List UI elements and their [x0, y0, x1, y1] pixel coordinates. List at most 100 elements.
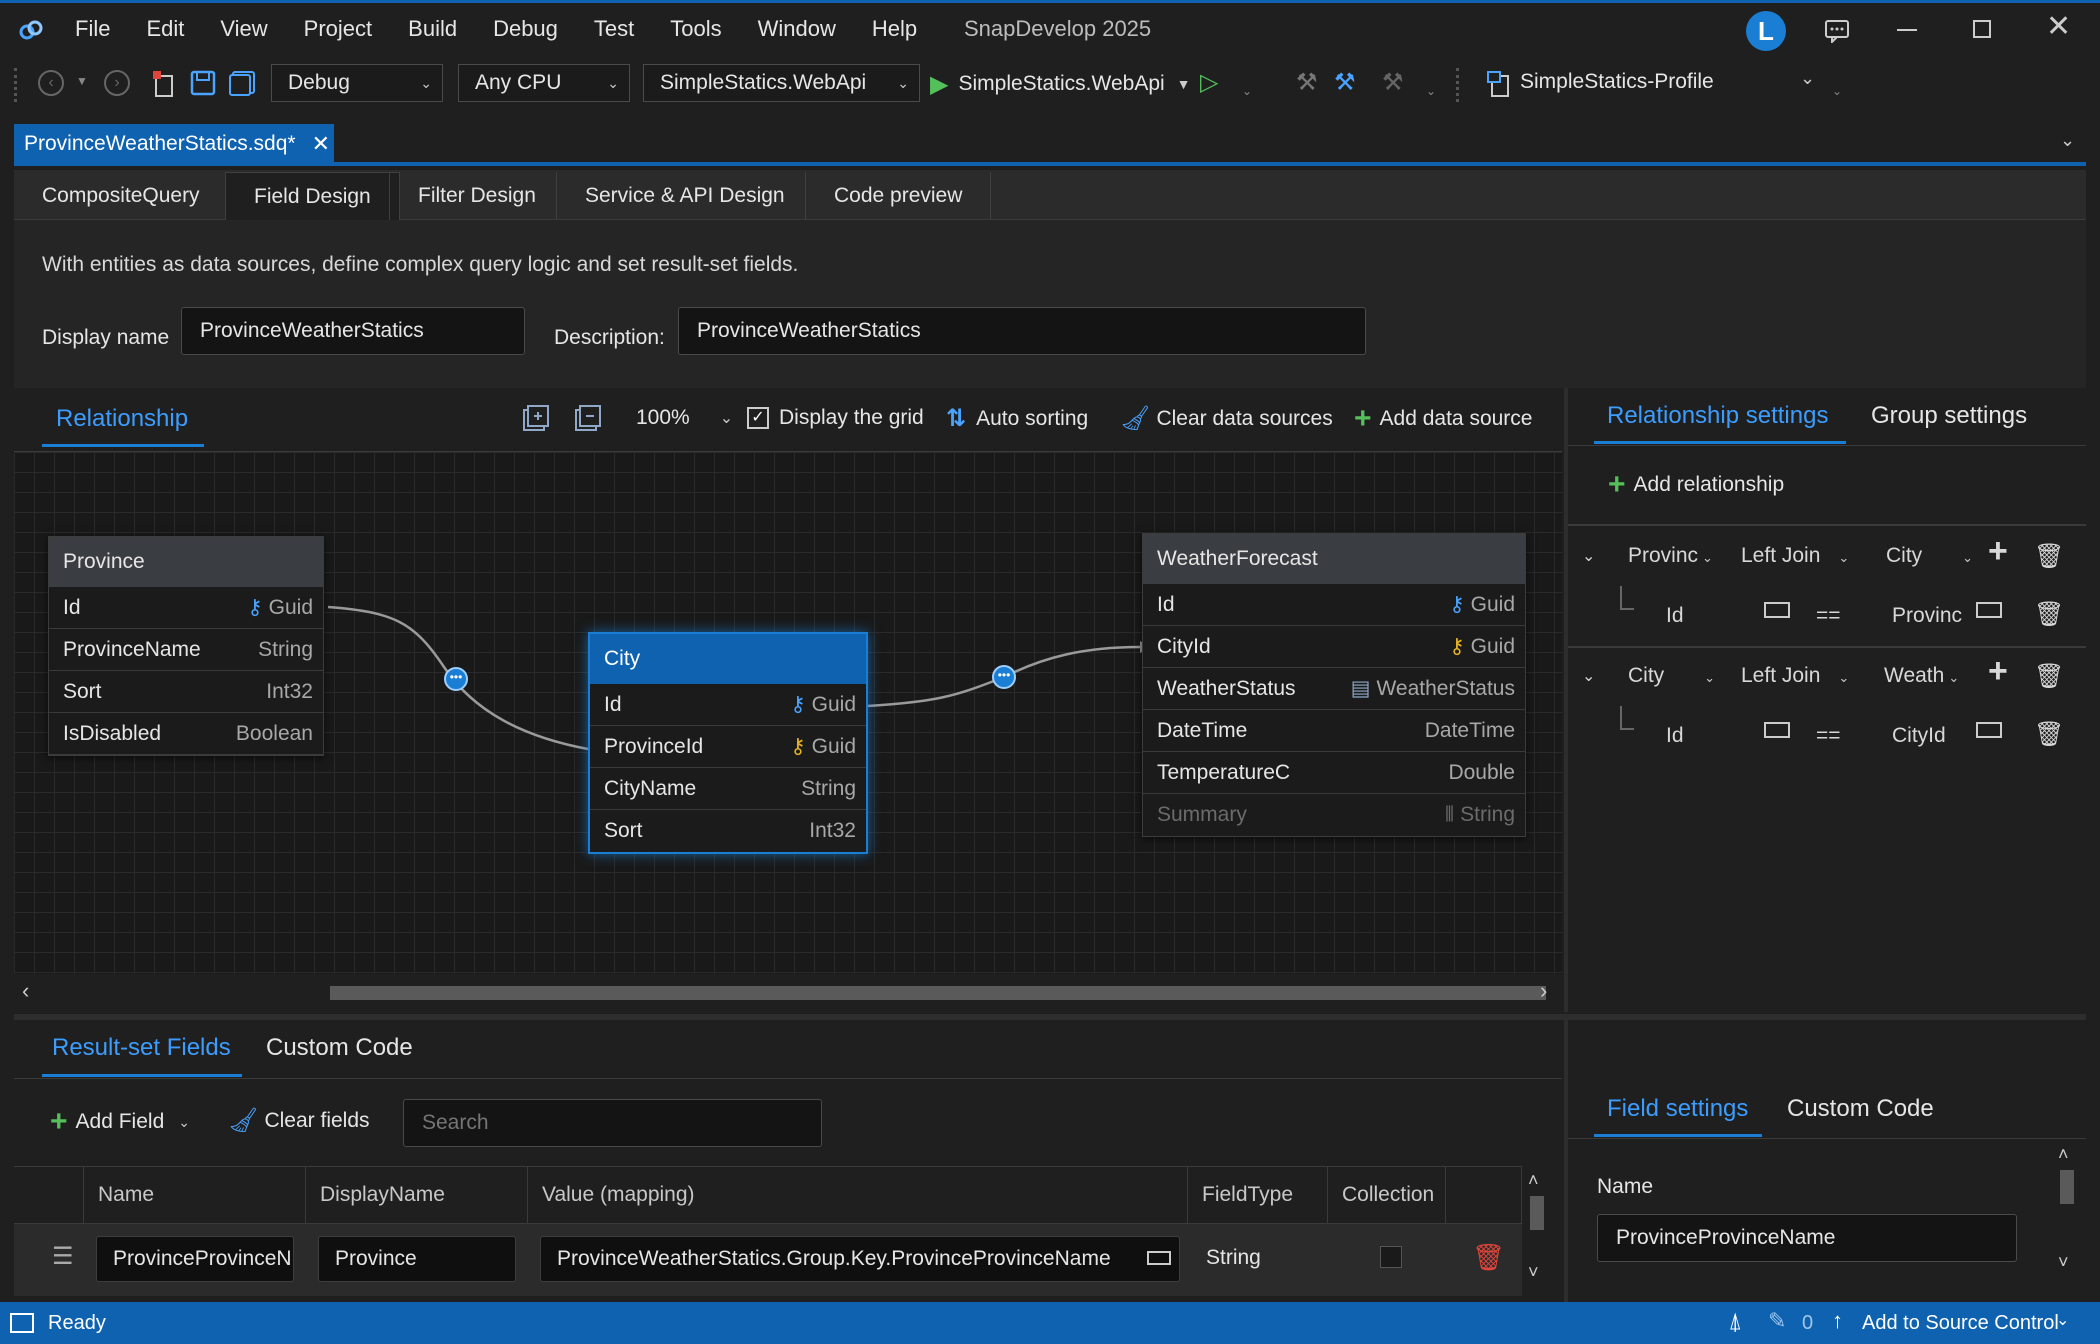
back-dropdown-icon[interactable]: ▼: [76, 74, 88, 88]
entity-title[interactable]: City: [590, 634, 866, 684]
overflow-icon-2[interactable]: ⌄: [1426, 84, 1436, 98]
forward-icon[interactable]: ›: [104, 70, 130, 96]
field-picker-icon[interactable]: [1147, 1251, 1171, 1265]
clear-data-sources-button[interactable]: 🧹︎ Clear data sources: [1120, 404, 1333, 433]
display-grid-toggle[interactable]: ✓ Display the grid: [747, 406, 924, 430]
relation-link-icon[interactable]: •••: [444, 667, 468, 691]
field-picker-icon[interactable]: [1976, 602, 2002, 618]
chevron-down-icon[interactable]: ⌄: [178, 1114, 190, 1131]
menu-view[interactable]: View: [220, 16, 267, 42]
entity-province[interactable]: Province Id ⚷ Guid ProvinceName String Sort…: [48, 536, 324, 756]
scroll-left-icon[interactable]: ‹: [22, 978, 29, 1004]
delete-relation-icon[interactable]: 🗑︎: [2034, 542, 2064, 571]
scroll-down-icon[interactable]: ˅: [1528, 1262, 1539, 1283]
condition-operator[interactable]: ==: [1816, 724, 1841, 748]
tab-service-api-design[interactable]: Service & API Design: [556, 172, 813, 220]
entity-field[interactable]: CityName String: [590, 768, 866, 810]
run-button[interactable]: ▶ SimpleStatics.WebApi ▼: [930, 68, 1191, 100]
git-icon[interactable]: ⍋: [1728, 1308, 1742, 1336]
overflow-icon-3[interactable]: ⌄: [1832, 84, 1842, 98]
menu-file[interactable]: File: [75, 16, 110, 42]
canvas-hscroll[interactable]: ‹ ›: [14, 974, 1562, 1012]
collapse-all-icon[interactable]: [574, 404, 602, 432]
menu-tools[interactable]: Tools: [670, 16, 721, 42]
delete-field-icon[interactable]: 🗑︎: [1472, 1242, 1505, 1273]
field-settings-name-input[interactable]: ProvinceProvinceName: [1597, 1214, 2017, 1262]
entity-title[interactable]: WeatherForecast: [1143, 534, 1525, 584]
close-tab-icon[interactable]: ✕: [312, 124, 330, 164]
add-relationship-button[interactable]: + Add relationship: [1608, 468, 1784, 502]
field-picker-icon[interactable]: [1764, 602, 1790, 618]
rebuild-icon[interactable]: ⚒: [1334, 68, 1356, 97]
tab-field-design[interactable]: Field Design: [225, 172, 400, 220]
display-name-field[interactable]: ProvinceWeatherStatics: [181, 307, 525, 355]
drag-handle-icon[interactable]: ☰: [52, 1242, 74, 1271]
tab-relationship[interactable]: Relationship: [56, 405, 188, 433]
column-header-value[interactable]: Value (mapping): [528, 1167, 1188, 1223]
entity-field[interactable]: ProvinceName String: [49, 629, 323, 671]
tab-code-preview[interactable]: Code preview: [805, 172, 992, 220]
relation-left-entity[interactable]: Provinc ⌄: [1628, 544, 1713, 568]
menu-project[interactable]: Project: [304, 16, 372, 42]
save-all-icon[interactable]: [228, 70, 256, 96]
relation-left-entity[interactable]: City ⌄: [1628, 664, 1715, 688]
chevron-down-icon[interactable]: ⌄: [2056, 1310, 2069, 1330]
entity-field[interactable]: Sort Int32: [49, 671, 323, 713]
profile-dropdown-icon[interactable]: ⌄: [1800, 68, 1815, 89]
menu-build[interactable]: Build: [408, 16, 457, 42]
field-picker-icon[interactable]: [1976, 722, 2002, 738]
condition-right-key[interactable]: CityId: [1892, 724, 1946, 748]
scroll-up-icon[interactable]: ˄: [2058, 1144, 2069, 1165]
scroll-up-icon[interactable]: ˄: [1528, 1170, 1539, 1191]
relation-right-entity[interactable]: Weath ⌄: [1884, 664, 1959, 688]
checkbox-checked-icon[interactable]: ✓: [747, 407, 769, 429]
field-settings-vscroll[interactable]: ˄ ˅: [2052, 1142, 2082, 1292]
entity-field[interactable]: Id ⚷ Guid: [1143, 584, 1525, 626]
entity-field[interactable]: TemperatureC Double: [1143, 752, 1525, 794]
entity-field[interactable]: Id ⚷ Guid: [49, 587, 323, 629]
menu-debug[interactable]: Debug: [493, 16, 558, 42]
arrow-up-icon[interactable]: ↑: [1832, 1308, 1843, 1334]
grid-vscroll[interactable]: ˄ ˅: [1522, 1166, 1552, 1302]
zoom-combo[interactable]: 100% ⌄: [636, 406, 733, 430]
collapse-icon[interactable]: ⌄: [1582, 666, 1595, 686]
relation-link-icon[interactable]: •••: [992, 665, 1016, 689]
maximize-icon[interactable]: [1973, 20, 1991, 38]
search-input[interactable]: [403, 1099, 822, 1147]
scroll-thumb[interactable]: [2060, 1170, 2074, 1204]
platform-combo[interactable]: Any CPU ⌄: [458, 64, 630, 102]
relation-join-type[interactable]: Left Join ⌄: [1741, 664, 1849, 688]
entity-field[interactable]: DateTime DateTime: [1143, 710, 1525, 752]
entity-field[interactable]: WeatherStatus ▤ WeatherStatus: [1143, 668, 1525, 710]
configuration-combo[interactable]: Debug ⌄: [271, 64, 443, 102]
field-name-input[interactable]: ProvinceProvinceN: [96, 1236, 294, 1282]
tab-relationship-settings[interactable]: Relationship settings: [1607, 402, 1828, 430]
column-header-fieldtype[interactable]: FieldType: [1188, 1167, 1328, 1223]
entity-field[interactable]: ProvinceId ⚷ Guid: [590, 726, 866, 768]
entity-field[interactable]: IsDisabled Boolean: [49, 713, 323, 755]
tab-filter-design[interactable]: Filter Design: [389, 172, 564, 220]
collection-checkbox[interactable]: [1380, 1246, 1402, 1268]
user-avatar[interactable]: L: [1746, 11, 1786, 51]
save-icon[interactable]: [190, 70, 216, 96]
overflow-icon[interactable]: ⌄: [1242, 84, 1252, 98]
entity-field[interactable]: Sort Int32: [590, 810, 866, 852]
expand-all-icon[interactable]: [522, 404, 550, 432]
entity-field[interactable]: Summary ⦀ String: [1143, 794, 1525, 836]
tab-overflow-icon[interactable]: ⌄: [2060, 130, 2075, 151]
relation-right-entity[interactable]: City ⌄: [1886, 544, 1973, 568]
profile-label[interactable]: SimpleStatics-Profile: [1520, 70, 1714, 94]
condition-right-key[interactable]: Provinc: [1892, 604, 1962, 628]
add-condition-icon[interactable]: +: [1988, 532, 2008, 571]
menu-window[interactable]: Window: [758, 16, 836, 42]
condition-left-key[interactable]: Id: [1666, 724, 1684, 748]
delete-condition-icon[interactable]: 🗑︎: [2034, 720, 2064, 749]
menu-test[interactable]: Test: [594, 16, 634, 42]
tab-field-settings[interactable]: Field settings: [1607, 1095, 1748, 1123]
delete-condition-icon[interactable]: 🗑︎: [2034, 600, 2064, 629]
column-header-name[interactable]: Name: [84, 1167, 306, 1223]
startup-project-combo[interactable]: SimpleStatics.WebApi ⌄: [643, 64, 920, 102]
relationship-canvas[interactable]: ••• ••• Province Id ⚷ Guid ProvinceName Str…: [14, 452, 1562, 974]
output-window-icon[interactable]: [10, 1313, 34, 1333]
run-without-debug-icon[interactable]: ▷: [1200, 68, 1218, 97]
